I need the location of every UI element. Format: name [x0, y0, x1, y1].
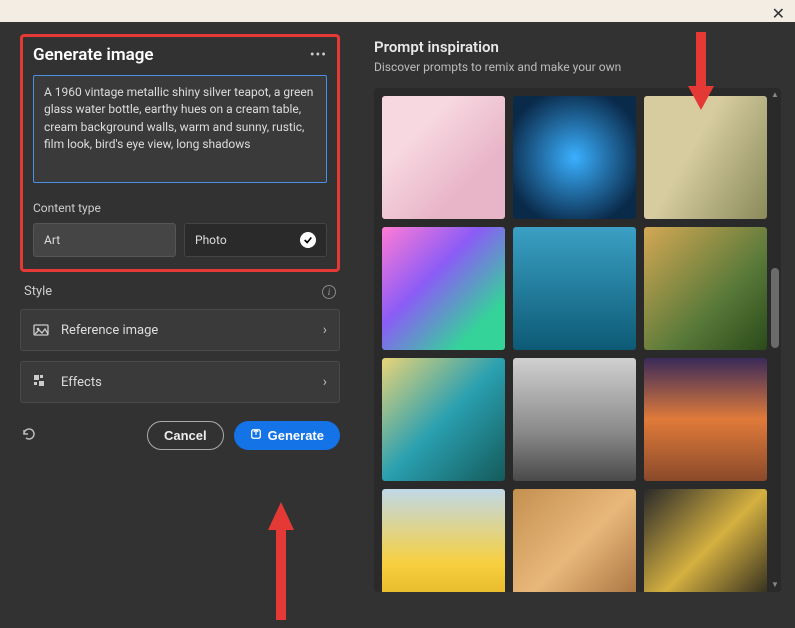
- inspiration-thumb[interactable]: [513, 489, 636, 592]
- content-type-photo-label: Photo: [195, 233, 227, 247]
- scroll-down-icon[interactable]: ▼: [771, 580, 779, 590]
- scrollbar-thumb[interactable]: [771, 268, 779, 348]
- inspiration-scroll: ▲ ▼: [374, 88, 781, 592]
- inspiration-thumb[interactable]: [644, 489, 767, 592]
- cancel-button[interactable]: Cancel: [147, 421, 224, 450]
- content-type-art-label: Art: [44, 233, 60, 247]
- effects-label: Effects: [61, 375, 102, 390]
- inspiration-thumb[interactable]: [644, 96, 767, 219]
- generate-icon: [250, 428, 262, 443]
- reference-image-label: Reference image: [61, 323, 158, 338]
- inspiration-title: Prompt inspiration: [374, 38, 781, 56]
- inspiration-thumb[interactable]: [382, 358, 505, 481]
- content-type-art-button[interactable]: Art: [33, 223, 176, 257]
- undo-icon[interactable]: [20, 426, 36, 446]
- inspiration-thumb[interactable]: [382, 96, 505, 219]
- inspiration-thumb[interactable]: [513, 358, 636, 481]
- check-icon: [300, 232, 316, 248]
- content-type-label: Content type: [33, 201, 327, 215]
- more-options-icon[interactable]: •••: [310, 47, 327, 63]
- inspiration-thumb[interactable]: [513, 227, 636, 350]
- generate-image-title: Generate image: [33, 45, 154, 65]
- inspiration-thumb[interactable]: [382, 227, 505, 350]
- chevron-right-icon: ›: [323, 374, 327, 390]
- scroll-up-icon[interactable]: ▲: [771, 90, 779, 100]
- chevron-right-icon: ›: [323, 322, 327, 338]
- generate-label: Generate: [268, 428, 324, 443]
- generate-button[interactable]: Generate: [234, 421, 340, 450]
- info-icon[interactable]: i: [322, 285, 336, 299]
- generate-panel-highlight: Generate image ••• Content type Art Phot…: [20, 34, 340, 272]
- inspiration-thumb[interactable]: [382, 489, 505, 592]
- reference-image-icon: [33, 322, 49, 338]
- reference-image-button[interactable]: Reference image ›: [20, 309, 340, 351]
- inspiration-thumb[interactable]: [644, 227, 767, 350]
- inspiration-subtitle: Discover prompts to remix and make your …: [374, 60, 781, 74]
- inspiration-thumb[interactable]: [644, 358, 767, 481]
- inspiration-thumb[interactable]: [513, 96, 636, 219]
- prompt-input[interactable]: [33, 75, 327, 183]
- effects-icon: [33, 374, 49, 390]
- style-label: Style: [24, 284, 52, 299]
- close-icon[interactable]: ✕: [772, 4, 785, 23]
- effects-button[interactable]: Effects ›: [20, 361, 340, 403]
- content-type-photo-button[interactable]: Photo: [184, 223, 327, 257]
